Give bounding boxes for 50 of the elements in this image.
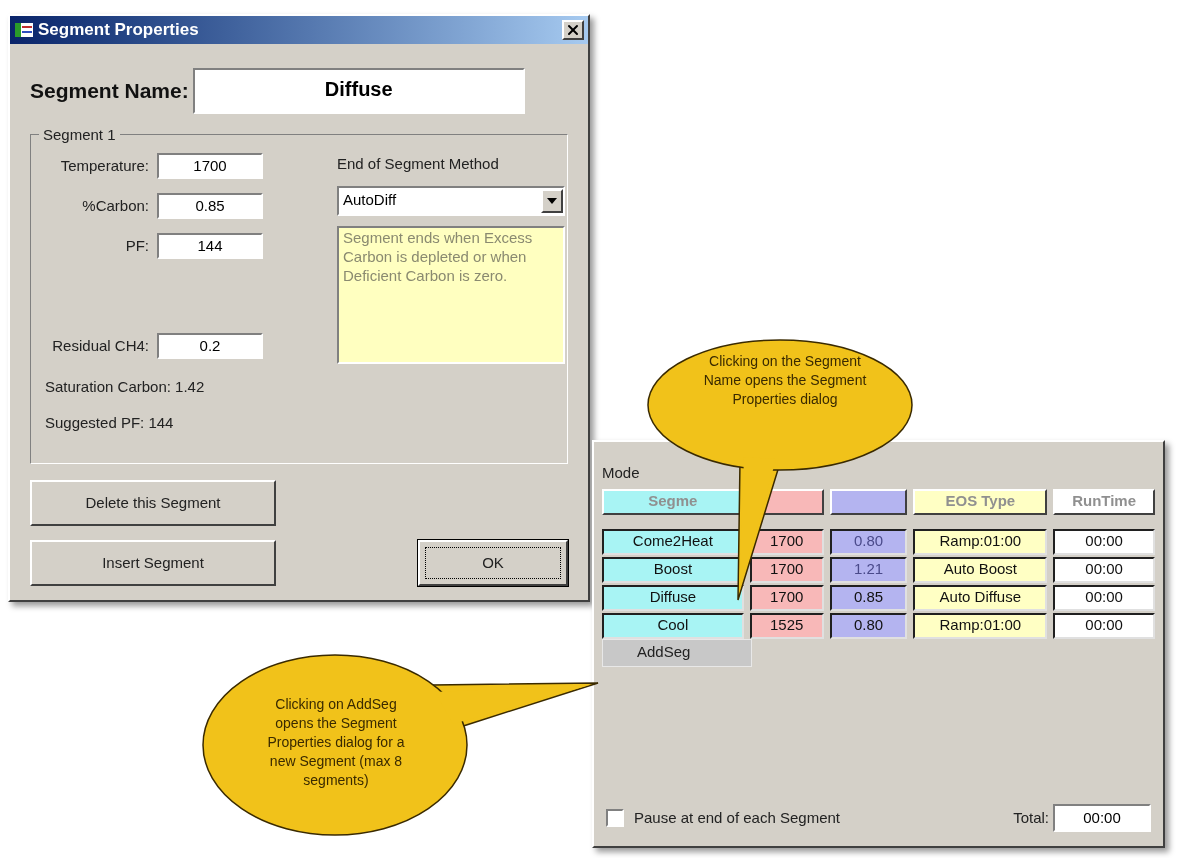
table-cell: Ramp:01:00: [913, 528, 1048, 555]
table-cell: 0.80: [829, 528, 908, 555]
table-cell: Auto Diffuse: [913, 584, 1048, 611]
pause-label: Pause at end of each Segment: [634, 807, 840, 828]
action-button[interactable]: Insert Segment: [30, 540, 276, 586]
column-header: RunTime: [1053, 488, 1155, 515]
segment-name-cell[interactable]: Diffuse: [602, 584, 744, 611]
input-field[interactable]: 0.85: [157, 193, 263, 219]
field-label: %Carbon:: [81, 195, 149, 216]
input-field[interactable]: 0.2: [157, 333, 263, 359]
field-label: Residual CH4:: [51, 335, 149, 356]
table-cell: 1525: [749, 612, 824, 639]
total-label: Total:: [1013, 807, 1049, 828]
input-field[interactable]: 1700: [157, 153, 263, 179]
table-cell: 00:00: [1053, 556, 1155, 583]
table-cell: 00:00: [1053, 612, 1155, 639]
pause-checkbox[interactable]: [606, 809, 624, 827]
callout-tooltip-text: Clicking on AddSeg opens the Segment Properties dialog for a new Segment (max 8 segments): [266, 695, 406, 790]
column-header: EOS Type: [913, 488, 1048, 515]
table-cell: 00:00: [1053, 528, 1155, 555]
action-button[interactable]: Delete this Segment: [30, 480, 276, 526]
field-label: PF:: [124, 235, 149, 256]
input-field[interactable]: 144: [157, 233, 263, 259]
segment-name-field[interactable]: Diffuse: [192, 68, 525, 114]
close-icon: [565, 22, 581, 38]
callout-tooltip-text: Clicking on the Segment Name opens the Segment Properties dialog: [702, 352, 868, 409]
add-segment-button[interactable]: AddSeg: [602, 638, 752, 667]
table-cell: 0.80: [829, 612, 908, 639]
method-dropdown[interactable]: AutoDiff: [337, 185, 565, 216]
app-icon: [14, 21, 34, 39]
method-description: Segment ends when Excess Carbon is depleted or when Deficient Carbon is zero.: [337, 225, 565, 364]
method-label: End of Segment Method: [337, 154, 500, 174]
window-title: Segment Properties: [38, 19, 199, 42]
close-button[interactable]: [562, 20, 584, 40]
table-cell: 1700: [749, 556, 824, 583]
table-cell: 1.21: [829, 556, 908, 583]
info-text: Saturation Carbon: 1.42: [45, 376, 206, 397]
table-cell: 00:00: [1053, 584, 1155, 611]
ok-button[interactable]: OK: [418, 540, 568, 586]
table-cell: Auto Boost: [913, 556, 1048, 583]
info-text: Suggested PF: 144: [45, 413, 175, 433]
segment-name-cell[interactable]: Cool: [602, 612, 744, 639]
field-label: Temperature:: [59, 155, 149, 176]
total-field: 00:00: [1053, 804, 1151, 832]
segment-name-label: Segment Name:: [30, 78, 189, 105]
panel-label: Mode: [602, 463, 641, 483]
table-cell: 1700: [749, 584, 824, 611]
table-cell: Ramp:01:00: [913, 612, 1048, 639]
table-cell: 0.85: [829, 584, 908, 611]
dropdown-value: AutoDiff: [342, 190, 398, 211]
